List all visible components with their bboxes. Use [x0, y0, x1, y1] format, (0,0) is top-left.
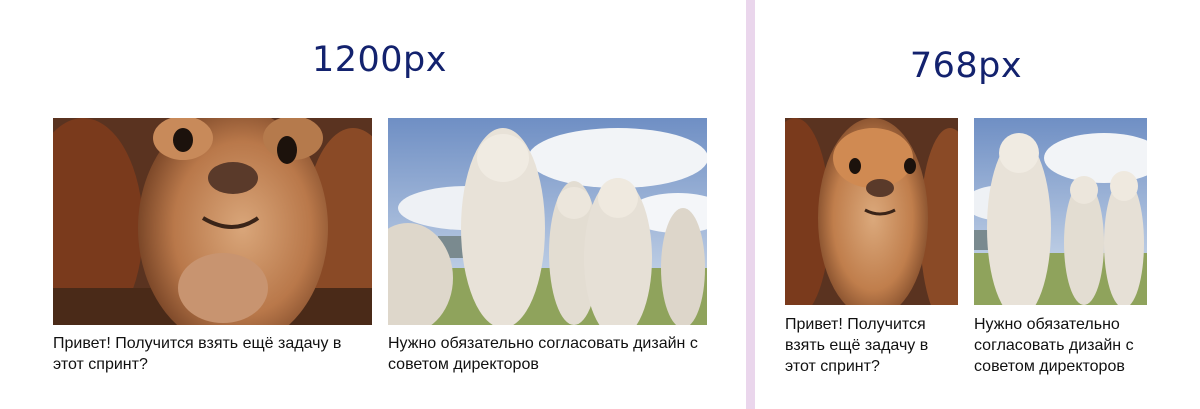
alpaca-group-image	[388, 118, 707, 325]
breakpoint-heading-tablet: 768px	[909, 46, 1023, 86]
breakpoint-comparison: 1200px Привет! Получится взять ещё задач…	[0, 0, 1200, 409]
alpaca-group-image	[974, 118, 1147, 305]
card-caption: Привет! Получится взять ещё задачу в это…	[785, 316, 929, 375]
task-card[interactable]: Нужно обязательно согласовать дизайн с с…	[388, 118, 707, 375]
task-card[interactable]: Привет! Получится взять ещё задачу в это…	[53, 118, 372, 375]
card-caption: Привет! Получится взять ещё задачу в это…	[53, 335, 342, 373]
breakpoint-heading-desktop: 1200px	[311, 40, 447, 80]
section-divider	[746, 0, 755, 409]
card-caption: Нужно обязательно согласовать дизайн с с…	[388, 335, 698, 373]
card-caption: Нужно обязательно согласовать дизайн с с…	[974, 316, 1134, 375]
alpaca-closeup-image	[785, 118, 958, 305]
task-card[interactable]: Нужно обязательно согласовать дизайн с с…	[974, 118, 1147, 377]
alpaca-closeup-image	[53, 118, 372, 325]
task-card[interactable]: Привет! Получится взять ещё задачу в это…	[785, 118, 958, 377]
